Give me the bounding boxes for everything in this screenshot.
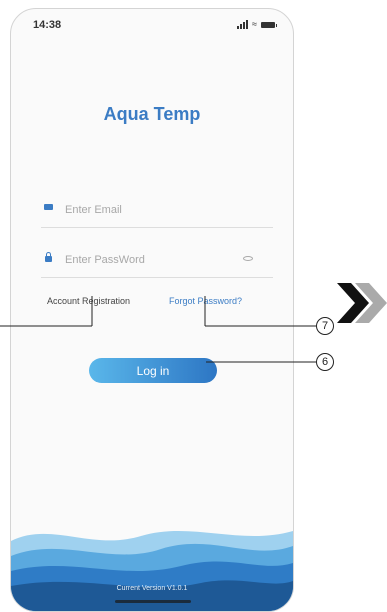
callout-7: 7 [316,317,334,335]
callout-6: 6 [316,353,334,371]
password-field [41,241,273,278]
app-title: Aqua Temp [103,104,201,124]
email-input[interactable] [63,200,217,220]
status-icons: ≈ [237,19,277,29]
wave-decoration [11,531,293,611]
status-time: 14:38 [33,19,62,31]
lock-icon [45,252,52,262]
signal-icon [237,20,249,29]
phone-screen: 14:38 ≈ Aqua Temp Account Registration F… [10,8,294,612]
home-indicator [115,600,191,603]
email-field [41,191,273,228]
login-button[interactable]: Log in [89,358,217,383]
wifi-icon: ≈ [252,19,257,29]
eye-icon[interactable] [243,256,253,261]
forgot-password-link[interactable]: Forgot Password? [169,296,242,306]
mail-icon [44,204,53,210]
password-input[interactable] [63,250,217,270]
version-text: Current Version V1.0.1 [116,585,188,592]
account-registration-link[interactable]: Account Registration [47,296,130,306]
status-bar: 14:38 ≈ [11,9,293,43]
battery-icon [261,21,277,28]
